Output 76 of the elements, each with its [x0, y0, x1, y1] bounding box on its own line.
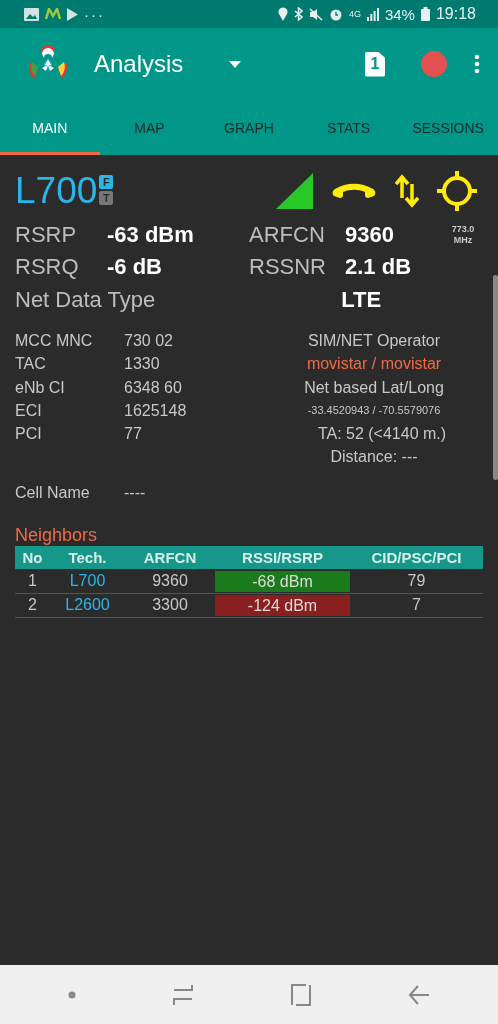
- table-cell: L700: [50, 569, 125, 594]
- info-label: eNb CI: [15, 377, 66, 398]
- play-store-icon: [67, 7, 78, 21]
- phone-icon: [331, 182, 377, 200]
- scrollbar[interactable]: [493, 275, 498, 480]
- info-label: MCC MNC: [15, 331, 94, 351]
- signal-cell: -68 dBm: [215, 570, 350, 592]
- operator-label: SIM/NET Operator: [307, 331, 441, 351]
- timing-advance: TA: 52 (<4140 m.): [317, 424, 447, 445]
- dot-icon[interactable]: [68, 990, 76, 999]
- info-label: ECI: [15, 400, 43, 421]
- table-cell: 7: [350, 593, 483, 618]
- distance: Distance: ---: [330, 447, 418, 468]
- location-icon: [277, 7, 288, 21]
- band-badge: T: [99, 191, 114, 205]
- info-value: ----: [124, 482, 147, 503]
- metric-value: -6 dB: [107, 254, 163, 280]
- column-header: Tech.: [50, 546, 125, 570]
- sim-slot-badge[interactable]: 1: [365, 51, 385, 77]
- signal-icon: [366, 7, 379, 21]
- metric-label: ARFCN: [249, 221, 326, 249]
- data-arrows-icon: [395, 174, 419, 208]
- alarm-icon: [328, 7, 343, 21]
- bluetooth-icon: [293, 7, 303, 21]
- battery-percent: 34%: [384, 5, 415, 23]
- metric-label: Net Data Type: [15, 286, 156, 314]
- more-notifications: ···: [84, 5, 105, 23]
- screen-title[interactable]: Analysis: [94, 50, 184, 78]
- metric-value: LTE: [341, 287, 382, 313]
- table-cell: 2: [15, 593, 50, 618]
- table-cell: 79: [350, 569, 483, 594]
- operator-name: movistar / movistar: [306, 354, 442, 375]
- section-title: Neighbors: [15, 524, 99, 547]
- metric-label: RSSNR: [249, 253, 327, 281]
- signal-cell: -124 dBm: [215, 595, 350, 617]
- clock: 19:18: [435, 5, 476, 23]
- tab[interactable]: MAP: [99, 100, 200, 155]
- metric-label: RSRQ: [15, 253, 80, 281]
- dropdown-caret-icon: [229, 60, 242, 68]
- location-label: Net based Lat/Long: [304, 377, 444, 398]
- coordinates: -33.4520943 / -70.5579076: [307, 402, 441, 418]
- back-icon[interactable]: [408, 983, 430, 1006]
- menu-icon[interactable]: [474, 54, 480, 74]
- crosshair-icon: [437, 171, 477, 211]
- column-header: CID/PSC/PCI: [350, 546, 483, 570]
- metric-value: 2.1 dB: [345, 254, 413, 280]
- column-header: ARFCN: [125, 546, 215, 570]
- tab[interactable]: STATS: [298, 100, 399, 155]
- table-cell: L2600: [50, 593, 125, 618]
- table-cell: 1: [15, 569, 50, 594]
- column-header: No: [15, 546, 50, 570]
- info-value: 1625148: [124, 400, 188, 421]
- battery-icon: [420, 7, 430, 21]
- recent-apps-icon[interactable]: [172, 983, 194, 1006]
- info-value: 77: [124, 424, 143, 445]
- logo-icon: [45, 8, 61, 20]
- metric-value: -63 dBm: [107, 222, 195, 248]
- frequency-value: 773.0 MHz: [450, 224, 476, 246]
- tab[interactable]: GRAPH: [199, 100, 299, 155]
- metric-value: 9360: [345, 222, 395, 248]
- column-header: RSSI/RSRP: [215, 546, 350, 570]
- info-label: Cell Name: [15, 482, 91, 503]
- tab[interactable]: SESSIONS: [398, 100, 498, 155]
- info-label: TAC: [15, 354, 47, 375]
- info-value: 6348 60: [124, 377, 183, 398]
- network-type: 4G: [348, 9, 361, 19]
- info-value: 1330: [124, 354, 161, 375]
- info-label: PCI: [15, 424, 43, 445]
- gallery-icon: [24, 7, 39, 21]
- info-value: 730 02: [124, 331, 174, 351]
- signal-strength-icon: [276, 173, 313, 209]
- metric-label: RSRP: [15, 221, 78, 249]
- mute-icon: [308, 7, 323, 21]
- cell-technology: L700: [15, 170, 98, 212]
- home-icon[interactable]: [290, 983, 312, 1006]
- band-badge: F: [99, 175, 114, 189]
